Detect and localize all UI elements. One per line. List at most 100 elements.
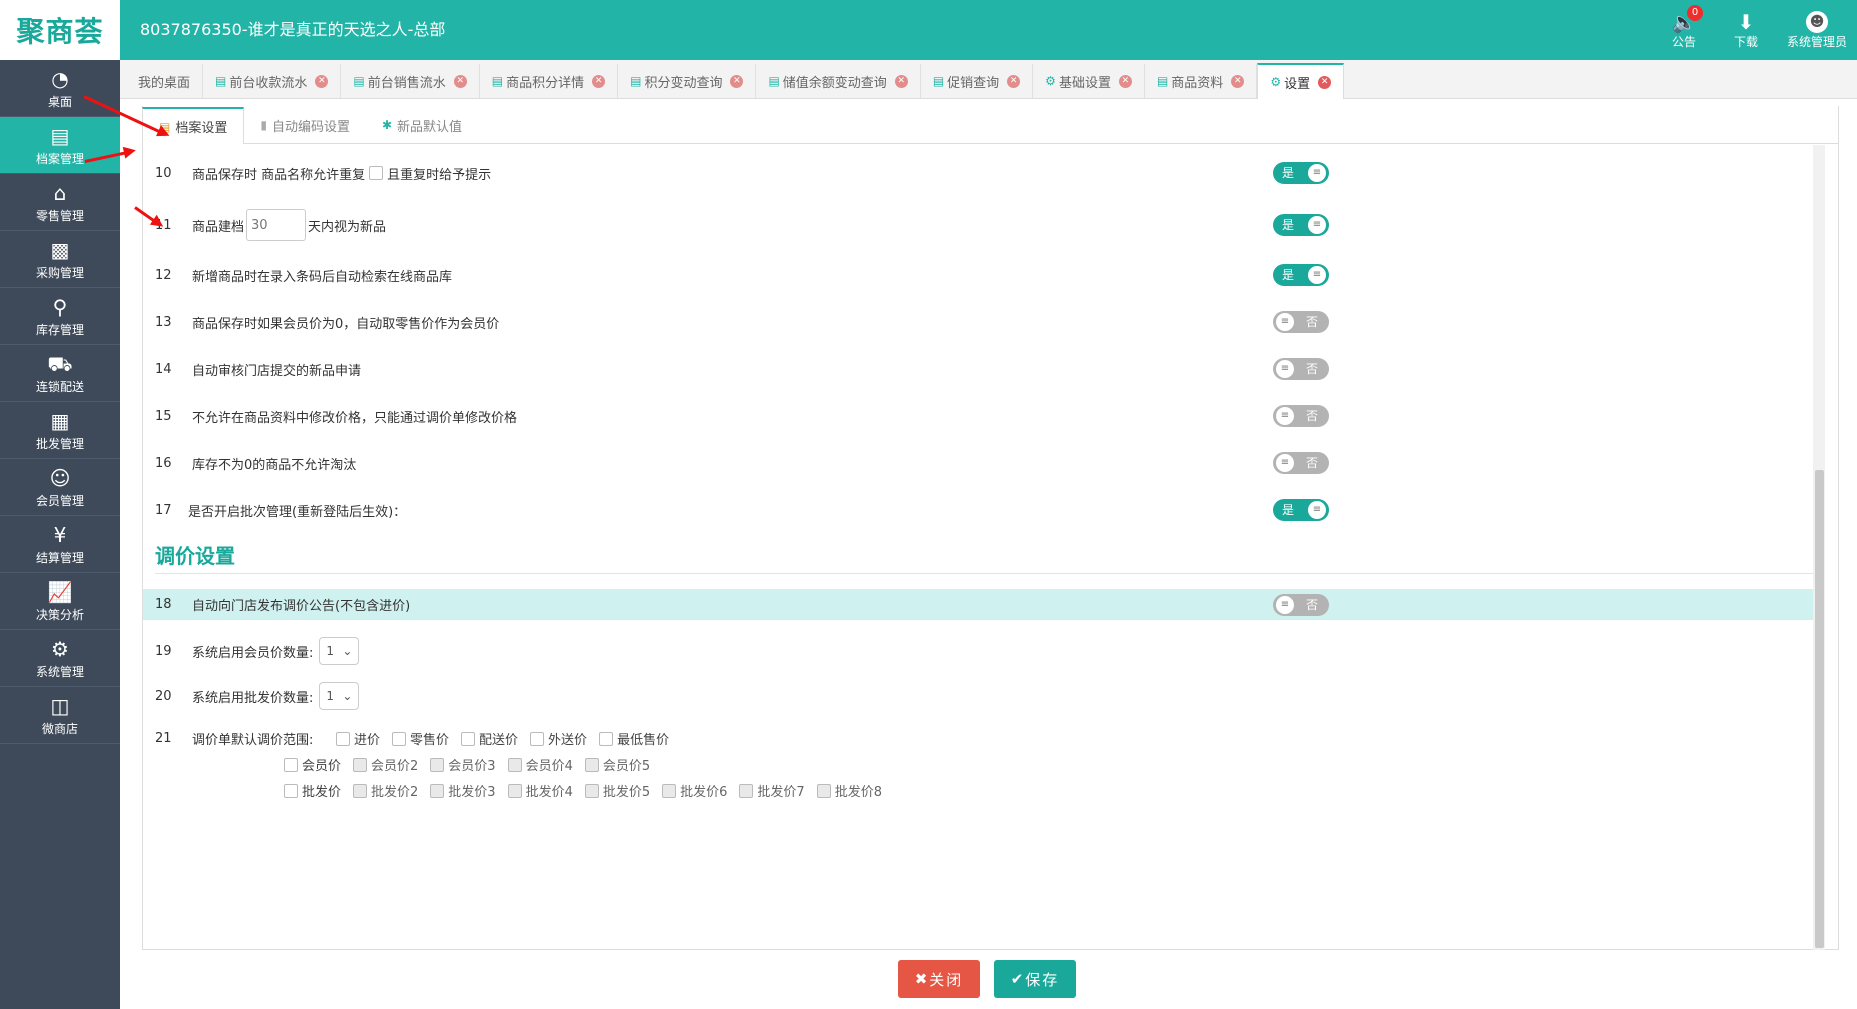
toggle-knob-icon: ≡ bbox=[1308, 266, 1326, 284]
duplicate-prompt-checkbox[interactable] bbox=[369, 166, 384, 180]
sidebar-item-retail[interactable]: ⌂ 零售管理 bbox=[0, 174, 120, 231]
tab-product-info[interactable]: ▤ 商品资料 ✕ bbox=[1145, 64, 1258, 98]
sidebar-item-distribution[interactable]: ⛟ 连锁配送 bbox=[0, 345, 120, 402]
toggle-label: 是 bbox=[1282, 218, 1295, 232]
member-price-count-select[interactable]: 1 ⌄ bbox=[319, 637, 360, 665]
checkbox-wholesale-price-7[interactable]: 批发价7 bbox=[735, 781, 805, 800]
sidebar-item-member[interactable]: ☺ 会员管理 bbox=[0, 459, 120, 516]
inventory-search-icon: ⚲ bbox=[52, 294, 68, 319]
sidebar-item-settlement[interactable]: ¥ 结算管理 bbox=[0, 516, 120, 573]
checkbox-member-price-3[interactable]: 会员价3 bbox=[426, 755, 496, 774]
tab-points-change[interactable]: ▤ 积分变动查询 ✕ bbox=[618, 64, 757, 98]
subtab-archive-settings[interactable]: ▤档案设置 bbox=[142, 107, 245, 144]
sidebar-item-archive[interactable]: ▤ 档案管理 bbox=[0, 117, 120, 174]
tab-label: 储值余额变动查询 bbox=[782, 75, 887, 91]
tab-promotion[interactable]: ▤ 促销查询 ✕ bbox=[921, 64, 1034, 98]
close-icon[interactable]: ✕ bbox=[1318, 75, 1332, 89]
sidebar-item-wechat-shop[interactable]: ◫ 微商店 bbox=[0, 687, 120, 744]
row-text: 新增商品时在录入条码后自动检索在线商品库 bbox=[192, 269, 453, 285]
checkbox-wholesale-price-6[interactable]: 批发价6 bbox=[658, 781, 727, 800]
close-icon[interactable]: ✕ bbox=[894, 74, 908, 88]
close-icon[interactable]: ✕ bbox=[730, 74, 744, 88]
close-icon[interactable]: ✕ bbox=[1007, 74, 1021, 88]
sidebar-item-desktop[interactable]: ◔ 桌面 bbox=[0, 60, 120, 117]
wholesale-price-count-select[interactable]: 1 ⌄ bbox=[319, 682, 360, 710]
gear-icon: ⚙ bbox=[51, 636, 69, 661]
toggle-label: 是 bbox=[1282, 503, 1295, 517]
tab-points-detail[interactable]: ▤ 商品积分详情 ✕ bbox=[480, 64, 619, 98]
scrollbar-thumb[interactable] bbox=[1815, 470, 1824, 948]
checkbox-label: 批发价2 bbox=[371, 785, 419, 800]
checkbox-wholesale-price-3[interactable]: 批发价3 bbox=[426, 781, 496, 800]
top-actions: 🔈 0 公告 ⬇ 下载 ☻ 系统管理员 bbox=[1653, 0, 1857, 60]
tab-cashier-flow[interactable]: ▤ 前台收款流水 ✕ bbox=[203, 64, 342, 98]
close-icon[interactable]: ✕ bbox=[315, 74, 329, 88]
shop-bag-icon: ◫ bbox=[50, 693, 70, 718]
row-text: 库存不为0的商品不允许淘汰 bbox=[192, 457, 357, 473]
close-icon[interactable]: ✕ bbox=[592, 74, 606, 88]
user-menu[interactable]: ☻ 系统管理员 bbox=[1777, 0, 1857, 60]
checkbox-wholesale-price-4[interactable]: 批发价4 bbox=[504, 781, 573, 800]
toggle-switch[interactable]: 是 ≡ bbox=[1273, 499, 1329, 521]
toggle-switch[interactable]: ≡ 否 bbox=[1273, 405, 1329, 427]
toggle-label: 是 bbox=[1282, 166, 1295, 180]
checkbox-box bbox=[599, 731, 614, 746]
tab-basic-settings[interactable]: ⚙ 基础设置 ✕ bbox=[1033, 64, 1145, 98]
toggle-switch[interactable]: ≡ 否 bbox=[1273, 311, 1329, 333]
announcement-button[interactable]: 🔈 0 公告 bbox=[1653, 0, 1715, 60]
checkbox-wholesale-price[interactable]: 批发价 bbox=[280, 781, 341, 800]
checkbox-member-price-5[interactable]: 会员价5 bbox=[581, 755, 650, 774]
sidebar-item-label: 微商店 bbox=[41, 721, 78, 736]
toggle-switch[interactable]: 是 ≡ bbox=[1273, 264, 1329, 286]
document-icon: ▤ bbox=[1156, 74, 1169, 88]
document-icon: ▤ bbox=[768, 74, 780, 88]
document-icon: ▤ bbox=[630, 74, 642, 88]
save-button[interactable]: ✔ 保存 bbox=[994, 960, 1076, 998]
sidebar-item-label: 库存管理 bbox=[35, 322, 84, 337]
asterisk-icon: ✱ bbox=[381, 118, 393, 132]
checkbox-retail-price[interactable]: 零售价 bbox=[388, 729, 449, 748]
sidebar-item-purchase[interactable]: ▩ 采购管理 bbox=[0, 231, 120, 288]
checkbox-purchase-price[interactable]: 进价 bbox=[332, 729, 380, 748]
sidebar-item-inventory[interactable]: ⚲ 库存管理 bbox=[0, 288, 120, 345]
toggle-knob-icon: ≡ bbox=[1276, 595, 1294, 614]
gear-icon: ⚙ bbox=[1045, 74, 1056, 88]
sidebar-item-wholesale[interactable]: ▦ 批发管理 bbox=[0, 402, 120, 459]
toggle-switch[interactable]: 是 ≡ bbox=[1273, 162, 1329, 184]
sidebar-item-analysis[interactable]: 📈 决策分析 bbox=[0, 573, 120, 630]
toggle-switch[interactable]: 是 ≡ bbox=[1273, 214, 1329, 236]
close-icon[interactable]: ✕ bbox=[453, 74, 467, 88]
checkbox-label: 配送价 bbox=[479, 733, 519, 748]
close-icon[interactable]: ✕ bbox=[1231, 74, 1245, 88]
subtab-new-product-defaults[interactable]: ✱ 新品默认值 bbox=[366, 107, 478, 143]
sidebar-item-system[interactable]: ⚙ 系统管理 bbox=[0, 630, 120, 687]
checkbox-min-price[interactable]: 最低售价 bbox=[595, 729, 669, 748]
checkbox-label: 外送价 bbox=[548, 733, 588, 748]
checkbox-outsend-price[interactable]: 外送价 bbox=[526, 729, 587, 748]
checkbox-wholesale-price-8[interactable]: 批发价8 bbox=[813, 781, 882, 800]
notification-badge: 0 bbox=[1687, 5, 1703, 21]
new-product-days-input[interactable] bbox=[246, 209, 307, 241]
row-number: 15 bbox=[155, 408, 172, 424]
checkbox-member-price-4[interactable]: 会员价4 bbox=[504, 755, 573, 774]
toggle-switch[interactable]: ≡ 否 bbox=[1273, 358, 1329, 380]
checkbox-box bbox=[392, 731, 407, 746]
toggle-switch[interactable]: ≡ 否 bbox=[1273, 593, 1329, 616]
checkbox-wholesale-price-5[interactable]: 批发价5 bbox=[581, 781, 650, 800]
checkbox-member-price-2[interactable]: 会员价2 bbox=[349, 755, 418, 774]
download-button[interactable]: ⬇ 下载 bbox=[1715, 0, 1777, 60]
checkbox-wholesale-price-2[interactable]: 批发价2 bbox=[349, 781, 418, 800]
close-button[interactable]: ✖ 关闭 bbox=[898, 960, 980, 998]
row-number: 21 bbox=[155, 730, 172, 746]
tab-balance-change[interactable]: ▤ 储值余额变动查询 ✕ bbox=[756, 64, 921, 98]
checkbox-member-price[interactable]: 会员价 bbox=[280, 755, 341, 774]
tab-my-desktop[interactable]: 我的桌面 bbox=[126, 64, 204, 98]
close-icon[interactable]: ✕ bbox=[1118, 74, 1132, 88]
subtab-auto-code[interactable]: ▮ 自动编码设置 bbox=[244, 107, 366, 143]
toggle-switch[interactable]: ≡ 否 bbox=[1273, 452, 1329, 474]
row-label: 调价单默认调价范围: bbox=[192, 732, 314, 748]
checkbox-delivery-price[interactable]: 配送价 bbox=[457, 729, 518, 748]
tab-settings[interactable]: ⚙ 设置 ✕ bbox=[1257, 63, 1345, 99]
tab-sales-flow[interactable]: ▤ 前台销售流水 ✕ bbox=[341, 64, 480, 98]
setting-row-18: 18 自动向门店发布调价公告(不包含进价) ≡ 否 bbox=[143, 589, 1813, 620]
